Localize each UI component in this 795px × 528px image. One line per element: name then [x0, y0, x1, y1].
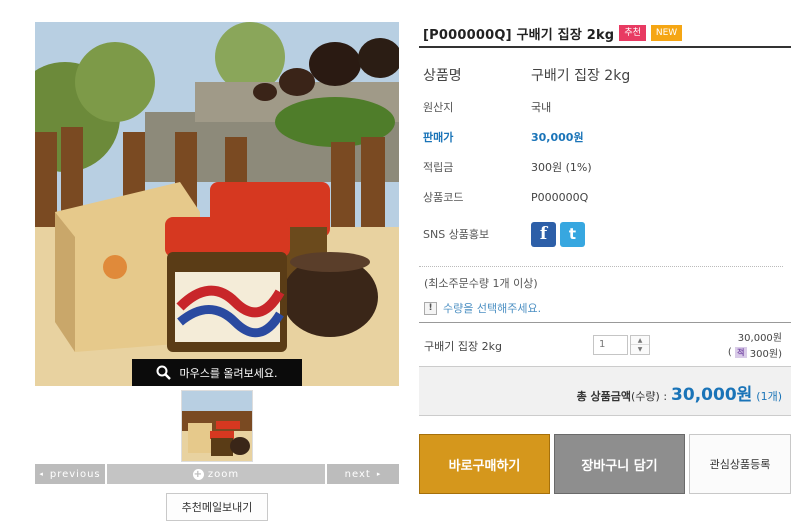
- product-thumbnail[interactable]: [181, 390, 253, 462]
- order-item-points: ( 적 300원): [728, 345, 782, 360]
- code-value: P000000Q: [531, 190, 589, 204]
- zoom-label: zoom: [207, 468, 240, 480]
- product-title-row: [P000000Q] 구배기 집장 2kg 추천 NEW: [423, 20, 790, 46]
- order-item-points-value: 300원): [749, 349, 782, 360]
- previous-button[interactable]: ◂ previous: [35, 464, 105, 484]
- plus-icon: +: [192, 468, 204, 480]
- info-divider: [419, 266, 783, 267]
- new-badge: NEW: [650, 25, 683, 41]
- origin-label: 원산지: [423, 101, 454, 114]
- add-to-cart-button[interactable]: 장바구니 담기: [554, 434, 685, 494]
- order-item-name: 구배기 집장 2kg: [424, 340, 502, 353]
- info-row-name: 상품명 구배기 집장 2kg: [423, 58, 791, 92]
- price-value: 30,000원: [531, 131, 584, 144]
- name-value: 구배기 집장 2kg: [531, 68, 631, 84]
- zoom-button[interactable]: + zoom: [107, 464, 325, 484]
- total-label-text: 총 상품금액: [576, 390, 632, 403]
- add-wishlist-button[interactable]: 관심상품등록: [689, 434, 791, 494]
- quantity-up-icon[interactable]: ▲: [631, 336, 649, 345]
- total-qty-label: (수량) :: [631, 390, 668, 403]
- add-wishlist-label: 관심상품등록: [709, 458, 771, 471]
- buy-now-button[interactable]: 바로구매하기: [419, 434, 550, 494]
- order-item-price: 30,000원: [737, 333, 782, 344]
- total-price-box: 총 상품금액(수량) : 30,000원 (1개): [419, 366, 791, 416]
- info-row-price: 판매가 30,000원: [423, 122, 791, 152]
- image-navigation: ◂ previous + zoom next ▸: [35, 464, 399, 484]
- chevron-right-icon: ▸: [376, 470, 382, 478]
- quantity-stepper[interactable]: ▲ ▼: [630, 335, 650, 355]
- points-label: 적립금: [423, 161, 454, 174]
- info-row-sns: SNS 상품홍보 f t: [423, 212, 791, 256]
- magnifier-icon: [156, 365, 172, 380]
- quantity-input[interactable]: 1: [593, 335, 628, 355]
- next-label: next: [344, 468, 371, 480]
- quantity-notice-text: 수량을 선택해주세요.: [443, 302, 542, 315]
- sns-icons: f t: [531, 221, 585, 247]
- order-item-row: 구배기 집장 2kg 1 ▲ ▼ 30,000원 ( 적 300원): [419, 323, 791, 365]
- min-order-text: (최소주문수량 1개 이상): [424, 277, 538, 290]
- total-price: 30,000원: [671, 385, 753, 405]
- title-divider: [419, 46, 791, 48]
- total-summary: 총 상품금액(수량) : 30,000원 (1개): [577, 380, 782, 405]
- recommend-mail-button[interactable]: 추천메일보내기: [166, 493, 268, 521]
- product-main-image[interactable]: 마우스를 올려보세요.: [35, 22, 399, 386]
- recommend-mail-label: 추천메일보내기: [181, 501, 253, 514]
- info-row-code: 상품코드 P000000Q: [423, 182, 791, 212]
- next-button[interactable]: next ▸: [327, 464, 399, 484]
- total-count: (1개): [756, 390, 782, 403]
- product-photo: [35, 22, 399, 386]
- zoom-hint: 마우스를 올려보세요.: [132, 359, 302, 386]
- zoom-hint-text: 마우스를 올려보세요.: [179, 366, 278, 380]
- points-value: 300원 (1%): [531, 161, 592, 174]
- info-row-origin: 원산지 국내: [423, 92, 791, 122]
- origin-value: 국내: [531, 101, 552, 114]
- product-title: [P000000Q] 구배기 집장 2kg: [423, 27, 615, 43]
- info-row-points: 적립금 300원 (1%): [423, 152, 791, 182]
- buy-now-label: 바로구매하기: [448, 458, 521, 474]
- points-icon: 적: [734, 347, 747, 358]
- quantity-down-icon[interactable]: ▼: [631, 345, 649, 354]
- price-label: 판매가: [423, 131, 454, 144]
- name-label: 상품명: [423, 68, 462, 84]
- product-info-table: 상품명 구배기 집장 2kg 원산지 국내 판매가 30,000원 적립금 30…: [423, 58, 791, 256]
- previous-label: previous: [49, 468, 101, 480]
- total-label: 총 상품금액(수량) :: [577, 388, 667, 404]
- sns-label: SNS 상품홍보: [423, 228, 490, 241]
- points-open-paren: (: [727, 347, 732, 358]
- facebook-icon[interactable]: f: [531, 221, 556, 247]
- quantity-notice: ! 수량을 선택해주세요.: [424, 300, 541, 316]
- twitter-icon[interactable]: t: [560, 221, 585, 247]
- code-label: 상품코드: [423, 191, 464, 204]
- add-to-cart-label: 장바구니 담기: [581, 458, 658, 474]
- recommend-badge: 추천: [619, 25, 646, 41]
- exclamation-icon: !: [424, 301, 437, 315]
- chevron-left-icon: ◂: [39, 470, 44, 478]
